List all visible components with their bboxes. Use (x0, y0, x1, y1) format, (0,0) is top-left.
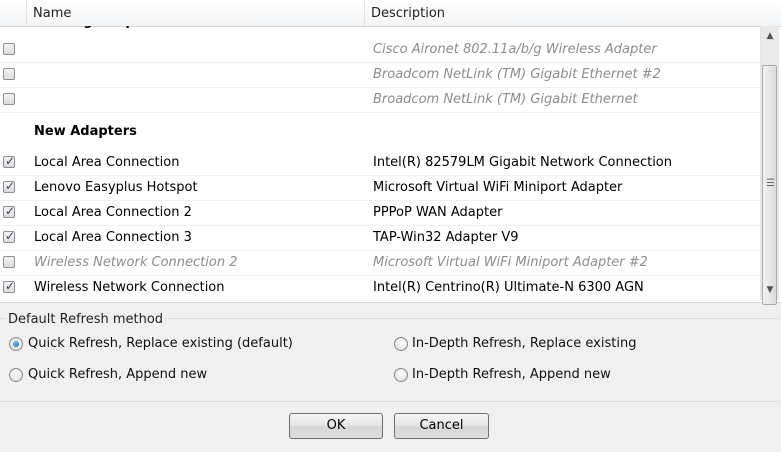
adapter-name: Wireless Network Connection 2 (34, 255, 238, 270)
list-item[interactable]: Broadcom NetLink (TM) Gigabit Ethernet #… (0, 62, 760, 88)
group-title-new-adapters: New Adapters (34, 124, 137, 139)
radio-label-quick-replace[interactable]: Quick Refresh, Replace existing (default… (28, 335, 293, 353)
adapter-checkbox[interactable]: ✓ (3, 154, 16, 168)
adapter-name: Lenovo Easyplus Hotspot (34, 180, 198, 195)
adapter-name: Local Area Connection (34, 155, 180, 170)
radio-quick-append[interactable] (9, 368, 23, 382)
adapter-checkbox[interactable]: ✓ (3, 204, 16, 218)
list-item[interactable]: Wireless Network Connection 2 Microsoft … (0, 250, 760, 276)
adapter-checkbox[interactable]: ✓ (3, 229, 16, 243)
adapter-list-body: Existing Adapters Cisco Aironet 802.11a/… (0, 26, 760, 302)
list-item[interactable]: ✓ Lenovo Easyplus Hotspot Microsoft Virt… (0, 175, 760, 201)
list-item[interactable]: ✓ Local Area Connection 2 PPPoP WAN Adap… (0, 200, 760, 226)
adapter-checkbox[interactable]: ✓ (3, 279, 16, 293)
adapter-name: Local Area Connection 2 (34, 205, 192, 220)
column-separator (364, 0, 365, 26)
check-mark-icon: ✓ (5, 279, 16, 293)
list-item[interactable]: ✓ Local Area Connection 3 TAP-Win32 Adap… (0, 225, 760, 251)
scroll-down-arrow-icon[interactable]: ▼ (761, 282, 779, 298)
group-title-existing: Existing Adapters (34, 26, 164, 34)
adapter-description: TAP-Win32 Adapter V9 (373, 230, 519, 245)
scroll-up-arrow-icon[interactable]: ▲ (761, 28, 779, 44)
adapter-description: PPPoP WAN Adapter (373, 205, 503, 220)
adapter-list[interactable]: Name Description Existing Adapters Cisco… (0, 0, 781, 305)
list-item[interactable]: ✓ Local Area Connection Intel(R) 82579LM… (0, 150, 760, 176)
radio-selected-dot (13, 341, 19, 347)
cancel-button[interactable]: Cancel (394, 413, 489, 439)
radio-indepth-append[interactable] (394, 368, 408, 382)
adapter-checkbox[interactable] (3, 68, 15, 80)
adapter-checkbox[interactable]: ✓ (3, 179, 16, 193)
column-header: Name Description (0, 0, 781, 27)
refresh-method-group (0, 318, 778, 402)
check-mark-icon: ✓ (5, 154, 16, 168)
radio-indepth-replace[interactable] (394, 337, 408, 351)
check-mark-icon: ✓ (5, 204, 16, 218)
vertical-scrollbar[interactable]: ▲ ☰ ▼ (760, 26, 779, 305)
column-separator (26, 0, 27, 26)
check-mark-icon: ✓ (5, 179, 16, 193)
refresh-method-title: Default Refresh method (6, 311, 166, 329)
adapter-description: Broadcom NetLink (TM) Gigabit Ethernet #… (373, 67, 661, 82)
adapter-description: Cisco Aironet 802.11a/b/g Wireless Adapt… (373, 42, 657, 57)
radio-label-indepth-replace[interactable]: In-Depth Refresh, Replace existing (412, 335, 636, 353)
adapter-checkbox[interactable] (3, 93, 15, 105)
adapter-description: Intel(R) Centrino(R) Ultimate-N 6300 AGN (373, 280, 644, 295)
list-item[interactable]: Cisco Aironet 802.11a/b/g Wireless Adapt… (0, 37, 760, 63)
grip-icon: ☰ (766, 178, 775, 189)
adapter-description: Broadcom NetLink (TM) Gigabit Ethernet (373, 92, 638, 107)
scrollbar-thumb[interactable]: ☰ (762, 65, 777, 305)
check-mark-icon: ✓ (5, 229, 16, 243)
column-header-name[interactable]: Name (33, 0, 71, 26)
column-header-description[interactable]: Description (371, 0, 445, 26)
list-item[interactable]: ✓ Wireless Network Connection Intel(R) C… (0, 275, 760, 301)
adapter-name: Wireless Network Connection (34, 280, 225, 295)
list-item[interactable]: Broadcom NetLink (TM) Gigabit Ethernet (0, 87, 760, 113)
radio-quick-replace[interactable] (9, 337, 23, 351)
adapter-description: Intel(R) 82579LM Gigabit Network Connect… (373, 155, 672, 170)
adapter-name: Local Area Connection 3 (34, 230, 192, 245)
ok-button[interactable]: OK (289, 413, 383, 439)
adapter-checkbox[interactable] (3, 43, 15, 55)
radio-label-indepth-append[interactable]: In-Depth Refresh, Append new (412, 366, 611, 384)
adapter-description: Microsoft Virtual WiFi Miniport Adapter … (373, 255, 648, 270)
adapter-description: Microsoft Virtual WiFi Miniport Adapter (373, 180, 623, 195)
adapter-checkbox[interactable] (3, 256, 15, 268)
radio-label-quick-append[interactable]: Quick Refresh, Append new (28, 366, 207, 384)
